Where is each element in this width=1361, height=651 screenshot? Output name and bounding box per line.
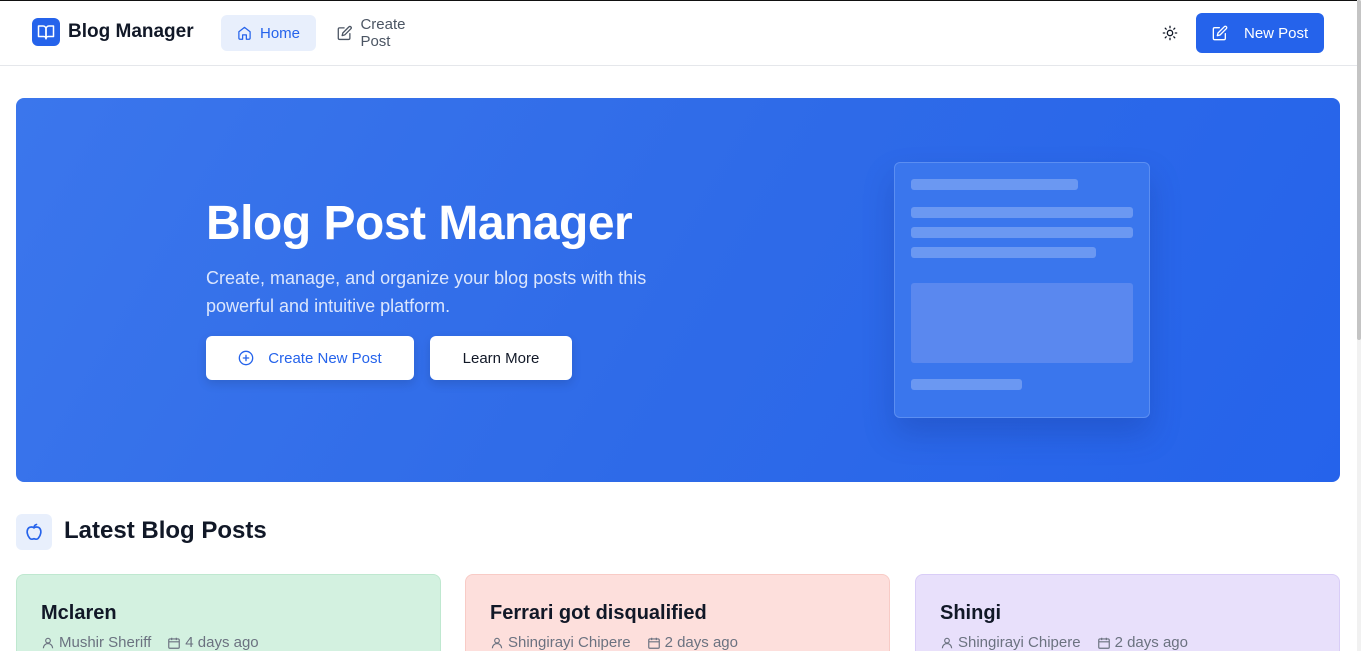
post-date-group: 2 days ago [1097,634,1188,651]
apple-icon [16,514,52,550]
plus-circle-icon [238,350,254,366]
illustration-line [911,227,1133,238]
post-title[interactable]: Ferrari got disqualified [490,602,707,625]
post-card[interactable]: Mclaren Mushir Sheriff 4 days ago [16,574,441,651]
calendar-icon [168,637,181,649]
illustration-line [911,179,1078,190]
nav-create-post-label: Create Post [360,16,406,50]
sun-icon [1162,25,1178,41]
post-date-group: 4 days ago [167,634,259,651]
brand-name: Blog Manager [68,21,194,42]
illustration-image-block [911,283,1133,363]
illustration-line [911,207,1133,218]
nav-create-post[interactable]: Create Post [321,15,453,51]
calendar-icon [1097,637,1110,649]
document-illustration [894,162,1150,418]
post-author: Shingirayi Chipere [958,634,1081,651]
user-icon [491,637,503,648]
post-date-group: 2 days ago [647,634,738,651]
calendar-icon [647,637,660,649]
post-date: 2 days ago [1114,634,1188,651]
illustration-line [911,379,1022,390]
post-date: 2 days ago [664,634,738,651]
post-card[interactable]: Shingi Shingirayi Chipere 2 days ago [915,574,1340,651]
new-post-button[interactable]: New Post [1196,13,1324,53]
illustration-line [911,247,1096,258]
scrollbar-thumb[interactable] [1357,0,1361,340]
post-author: Shingirayi Chipere [508,634,631,651]
edit-icon [1212,25,1228,41]
learn-more-label: Learn More [462,349,540,367]
book-icon [32,18,60,46]
top-navbar: Blog Manager Home Create Post New Post [0,1,1357,66]
edit-icon [337,25,352,41]
user-icon [42,637,54,648]
post-title[interactable]: Shingi [940,602,1001,625]
learn-more-button[interactable]: Learn More [430,336,572,380]
post-card[interactable]: Ferrari got disqualified Shingirayi Chip… [465,574,890,651]
latest-posts-heading: Latest Blog Posts [64,517,267,544]
post-meta: Shingirayi Chipere 2 days ago [940,634,1188,651]
user-icon [941,637,953,648]
post-title[interactable]: Mclaren [41,602,117,625]
nav-home-label: Home [259,24,300,42]
post-meta: Shingirayi Chipere 2 days ago [490,634,738,651]
post-date: 4 days ago [185,634,259,651]
post-meta: Mushir Sheriff 4 days ago [41,634,259,651]
hero-banner: Blog Post Manager Create, manage, and or… [16,98,1340,482]
page-scrollbar[interactable] [1357,0,1361,651]
hero-subtitle: Create, manage, and organize your blog p… [206,268,647,316]
nav-home[interactable]: Home [221,15,316,51]
create-new-post-label: Create New Post [268,349,382,367]
new-post-label: New Post [1244,24,1309,42]
home-icon [238,26,251,40]
brand[interactable]: Blog Manager [32,18,194,46]
post-author: Mushir Sheriff [59,634,152,651]
theme-toggle-button[interactable] [1156,19,1184,47]
create-new-post-button[interactable]: Create New Post [206,336,414,380]
hero-title: Blog Post Manager [206,197,633,250]
